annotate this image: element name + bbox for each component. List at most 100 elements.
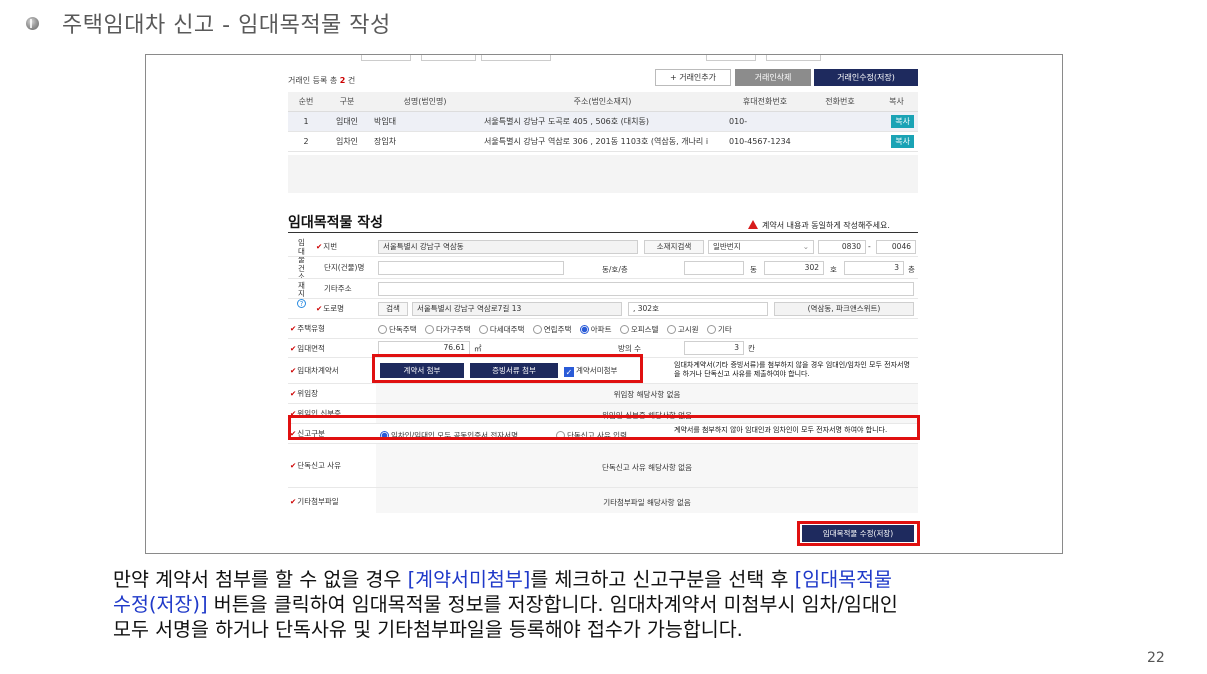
radio-housing[interactable]: 오피스텔 bbox=[619, 325, 658, 334]
lot-row: ✔ 지번 서울특별시 강남구 역삼동 소재지검색 일반번지 ⌄ 0830 - 004… bbox=[288, 237, 918, 257]
cell-name: 장임차 bbox=[370, 131, 480, 152]
slide: 주택임대차 신고 - 임대목적물 작성 거래인 등록 총 2 건 + 거래인추가… bbox=[0, 0, 1207, 674]
cell-name: 박임대 bbox=[370, 111, 480, 132]
col-header: 성명(법인명) bbox=[370, 92, 480, 112]
road-detail-field[interactable]: , 302호 bbox=[628, 302, 768, 316]
caption-line-3: 모두 서명을 하거나 단독사유 및 기타첨부파일을 등록해야 접수가 가능합니다… bbox=[113, 618, 743, 641]
radio-housing[interactable]: 다가구주택 bbox=[425, 325, 471, 334]
other-files-label: 기타첨부파일 bbox=[297, 496, 339, 506]
cut-off-row bbox=[146, 55, 1062, 61]
delegation-value: 위임장 해당사항 없음 bbox=[613, 390, 681, 399]
cell-no: 1 bbox=[288, 111, 324, 132]
copy-button[interactable]: 복사 bbox=[891, 134, 914, 148]
complex-row: 단지(건물)명 동/호/층 동 302 호 3 층 bbox=[288, 257, 918, 279]
table-row[interactable]: 2 임차인 장임차 서울특별시 강남구 역삼로 306 , 201동 1103호… bbox=[288, 131, 918, 152]
cell-phone bbox=[805, 111, 875, 132]
cell-type: 임대인 bbox=[324, 111, 370, 132]
location-search-button[interactable]: 소재지검색 bbox=[644, 240, 704, 254]
area-field[interactable]: 76.61 bbox=[378, 341, 470, 355]
table-header: 순번 구분 성명(법인명) 주소(법인소재지) 휴대전화번호 전화번호 복사 bbox=[288, 92, 918, 112]
dong-ho-label: 동/호/층 bbox=[602, 265, 628, 274]
floor-field[interactable]: 3 bbox=[844, 261, 904, 275]
lot-main-field[interactable]: 0830 bbox=[818, 240, 866, 254]
col-header: 주소(법인소재지) bbox=[480, 92, 725, 112]
page-number: 22 bbox=[1147, 650, 1165, 666]
col-header: 휴대전화번호 bbox=[725, 92, 805, 112]
radio-housing-selected[interactable]: 아파트 bbox=[579, 325, 611, 334]
other-files-value: 기타첨부파일 해당사항 없음 bbox=[603, 498, 691, 507]
col-header: 순번 bbox=[288, 92, 324, 112]
road-search-button[interactable]: 검색 bbox=[378, 302, 408, 316]
party-count: 거래인 등록 총 2 건 bbox=[288, 76, 356, 85]
col-header: 복사 bbox=[875, 92, 918, 112]
table-row[interactable]: 1 임대인 박임대 서울특별시 강남구 도곡로 405 , 506호 (대치동)… bbox=[288, 111, 918, 132]
other-address-row: 기타주소 bbox=[288, 279, 918, 299]
delete-party-button[interactable]: 거래인삭제 bbox=[735, 69, 811, 86]
caption-line-1: 만약 계약서 첨부를 할 수 없을 경우 [계약서미첨부]를 체크하고 신고구분… bbox=[113, 568, 892, 591]
housing-type-label: 주택유형 bbox=[297, 324, 325, 333]
cell-phone bbox=[805, 131, 875, 152]
col-header: 전화번호 bbox=[805, 92, 875, 112]
dong-field[interactable] bbox=[684, 261, 744, 275]
ho-field[interactable]: 302 bbox=[764, 261, 824, 275]
rooms-field[interactable]: 3 bbox=[684, 341, 744, 355]
ho-unit: 호 bbox=[830, 265, 837, 274]
other-address-label: 기타주소 bbox=[324, 284, 352, 293]
slide-title: 주택임대차 신고 - 임대목적물 작성 bbox=[62, 13, 391, 38]
other-address-field[interactable] bbox=[378, 282, 914, 296]
caption-line-2: 수정(저장)] 버튼을 클릭하여 임대목적물 정보를 저장합니다. 임대차계약서… bbox=[113, 593, 898, 616]
road-extra-field: (역삼동, 파크앤스위트) bbox=[774, 302, 914, 316]
area-unit: ㎡ bbox=[474, 344, 482, 353]
cell-type: 임차인 bbox=[324, 131, 370, 152]
area-label: 임대면적 bbox=[297, 343, 325, 353]
rooms-unit: 칸 bbox=[748, 344, 755, 353]
add-party-button[interactable]: + 거래인추가 bbox=[655, 69, 731, 86]
warning-text: 계약서 내용과 동일하게 작성해주세요. bbox=[748, 220, 890, 231]
dong-unit: 동 bbox=[750, 265, 757, 274]
section-divider bbox=[288, 232, 918, 233]
delegation-row: ✔ 위임장 위임장 해당사항 없음 bbox=[288, 384, 918, 404]
solo-reason-row: ✔ 단독신고 사유 단독신고 사유 해당사항 없음 bbox=[288, 444, 918, 488]
solo-reason-label: 단독신고 사유 bbox=[297, 461, 342, 470]
highlight-save-box bbox=[797, 521, 920, 546]
highlight-report-box bbox=[288, 415, 920, 440]
table-empty-area bbox=[288, 155, 918, 193]
caption: 만약 계약서 첨부를 할 수 없을 경우 [계약서미첨부]를 체크하고 신고구분… bbox=[113, 567, 1123, 642]
cell-mobile: 010- bbox=[725, 111, 805, 132]
radio-housing[interactable]: 연립주택 bbox=[532, 325, 571, 334]
warning-icon bbox=[748, 220, 758, 229]
cell-no: 2 bbox=[288, 131, 324, 152]
road-row: ✔ 도로명 검색 서울특별시 강남구 역삼로7길 13 , 302호 (역삼동, … bbox=[288, 299, 918, 319]
lot-type-select[interactable]: 일반번지 ⌄ bbox=[708, 240, 814, 254]
road-address-field[interactable]: 서울특별시 강남구 역삼로7길 13 bbox=[412, 302, 622, 316]
other-files-row: ✔ 기타첨부파일 기타첨부파일 해당사항 없음 bbox=[288, 488, 918, 514]
section-title: 임대목적물 작성 bbox=[288, 215, 384, 231]
floor-unit: 층 bbox=[908, 265, 915, 274]
cell-address: 서울특별시 강남구 역삼로 306 , 201동 1103호 (역삼동, 개나리… bbox=[480, 131, 725, 152]
col-header: 구분 bbox=[324, 92, 370, 112]
contract-note: 임대차계약서(기타 증빙서류)를 첨부하지 않을 경우 임대인/임차인 모두 전… bbox=[674, 361, 910, 378]
party-table: 순번 구분 성명(법인명) 주소(법인소재지) 휴대전화번호 전화번호 복사 1… bbox=[288, 92, 918, 152]
chevron-down-icon: ⌄ bbox=[802, 242, 809, 251]
delegation-label: 위임장 bbox=[297, 389, 318, 398]
lot-sub-field[interactable]: 0046 bbox=[876, 240, 916, 254]
lot-label: 지번 bbox=[323, 242, 338, 251]
radio-housing[interactable]: 단독주택 bbox=[378, 325, 417, 334]
bullet-icon bbox=[26, 17, 39, 30]
lot-address-field[interactable]: 서울특별시 강남구 역삼동 bbox=[378, 240, 638, 254]
contract-label: 임대차계약서 bbox=[297, 366, 339, 375]
radio-housing[interactable]: 고시원 bbox=[666, 325, 699, 334]
save-party-button[interactable]: 거래인수정(저장) bbox=[814, 69, 918, 86]
road-label: 도로명 bbox=[323, 304, 344, 313]
copy-button[interactable]: 복사 bbox=[891, 114, 914, 128]
radio-housing[interactable]: 기타 bbox=[706, 325, 732, 334]
complex-field[interactable] bbox=[378, 261, 564, 275]
screenshot-panel: 거래인 등록 총 2 건 + 거래인추가 거래인삭제 거래인수정(저장) 순번 … bbox=[145, 54, 1063, 554]
radio-housing[interactable]: 다세대주택 bbox=[478, 325, 524, 334]
highlight-contract-box bbox=[372, 354, 643, 383]
housing-type-row: ✔ 주택유형 단독주택 다가구주택 다세대주택 연립주택 아파트 오피스텔 고시원… bbox=[288, 319, 918, 339]
solo-reason-value: 단독신고 사유 해당사항 없음 bbox=[602, 463, 692, 472]
housing-type-radios: 단독주택 다가구주택 다세대주택 연립주택 아파트 오피스텔 고시원 기타 bbox=[378, 324, 732, 335]
lot-dash: - bbox=[868, 242, 871, 251]
rooms-label: 방의 수 bbox=[618, 344, 642, 353]
